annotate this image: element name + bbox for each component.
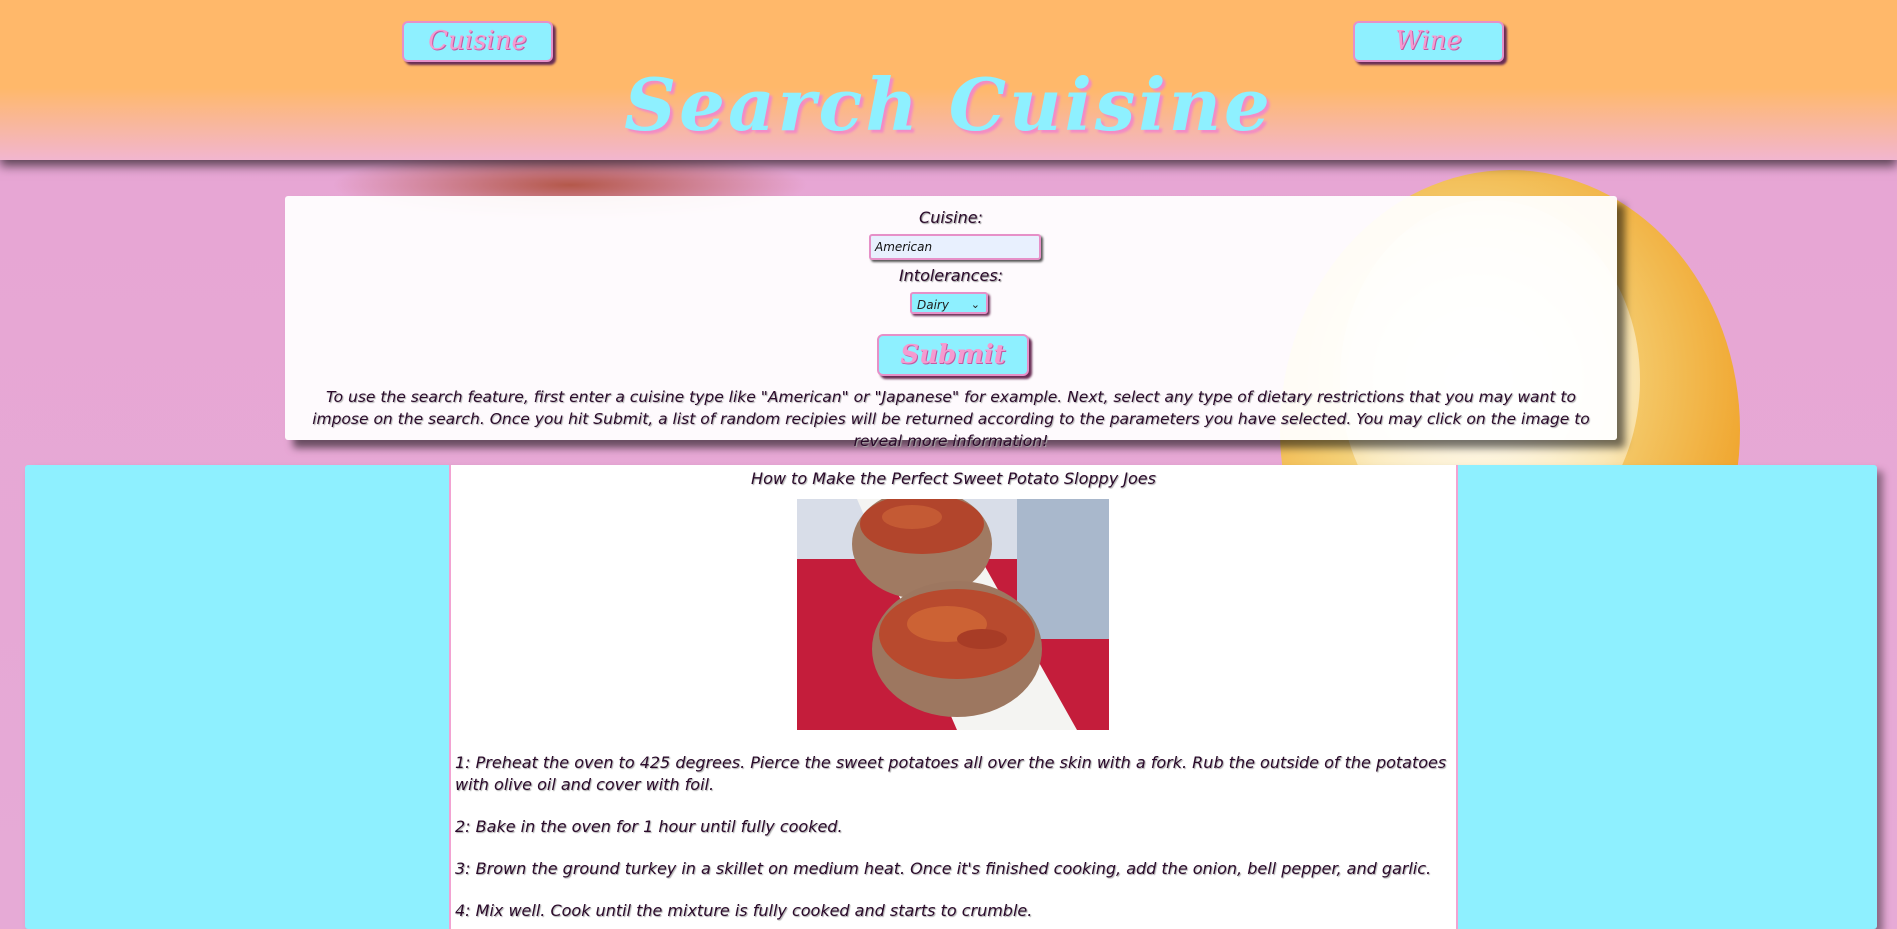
- submit-button[interactable]: Submit: [877, 334, 1029, 376]
- results-area: How to Make the Perfect Sweet Potato Slo…: [25, 465, 1877, 929]
- nav-cuisine-button[interactable]: Cuisine: [402, 21, 553, 62]
- recipe-title: How to Make the Perfect Sweet Potato Slo…: [751, 469, 1156, 488]
- cuisine-label: Cuisine:: [919, 208, 983, 227]
- recipe-photo: [797, 499, 1109, 730]
- instructions-text: To use the search feature, first enter a…: [312, 388, 1590, 450]
- recipe-card: How to Make the Perfect Sweet Potato Slo…: [449, 465, 1458, 929]
- intolerances-selected: Dairy: [917, 298, 949, 312]
- cuisine-input[interactable]: American: [869, 234, 1041, 260]
- intolerances-select[interactable]: Dairy ⌄: [910, 292, 988, 314]
- intolerances-label: Intolerances:: [898, 266, 1004, 285]
- page-title: Search Cuisine: [624, 62, 1273, 147]
- recipe-step: 4: Mix well. Cook until the mixture is f…: [455, 901, 1033, 920]
- header: Cuisine Wine Search Cuisine: [0, 0, 1897, 160]
- nav-wine-button[interactable]: Wine: [1353, 21, 1504, 62]
- recipe-step: 2: Bake in the oven for 1 hour until ful…: [455, 817, 843, 836]
- recipe-step: 3: Brown the ground turkey in a skillet …: [455, 859, 1432, 878]
- recipe-image[interactable]: [797, 499, 1109, 730]
- search-form: Cuisine: American Intolerances: Dairy ⌄ …: [285, 196, 1617, 450]
- chevron-down-icon: ⌄: [970, 298, 980, 311]
- recipe-step: 1: Preheat the oven to 425 degrees. Pier…: [455, 753, 1447, 794]
